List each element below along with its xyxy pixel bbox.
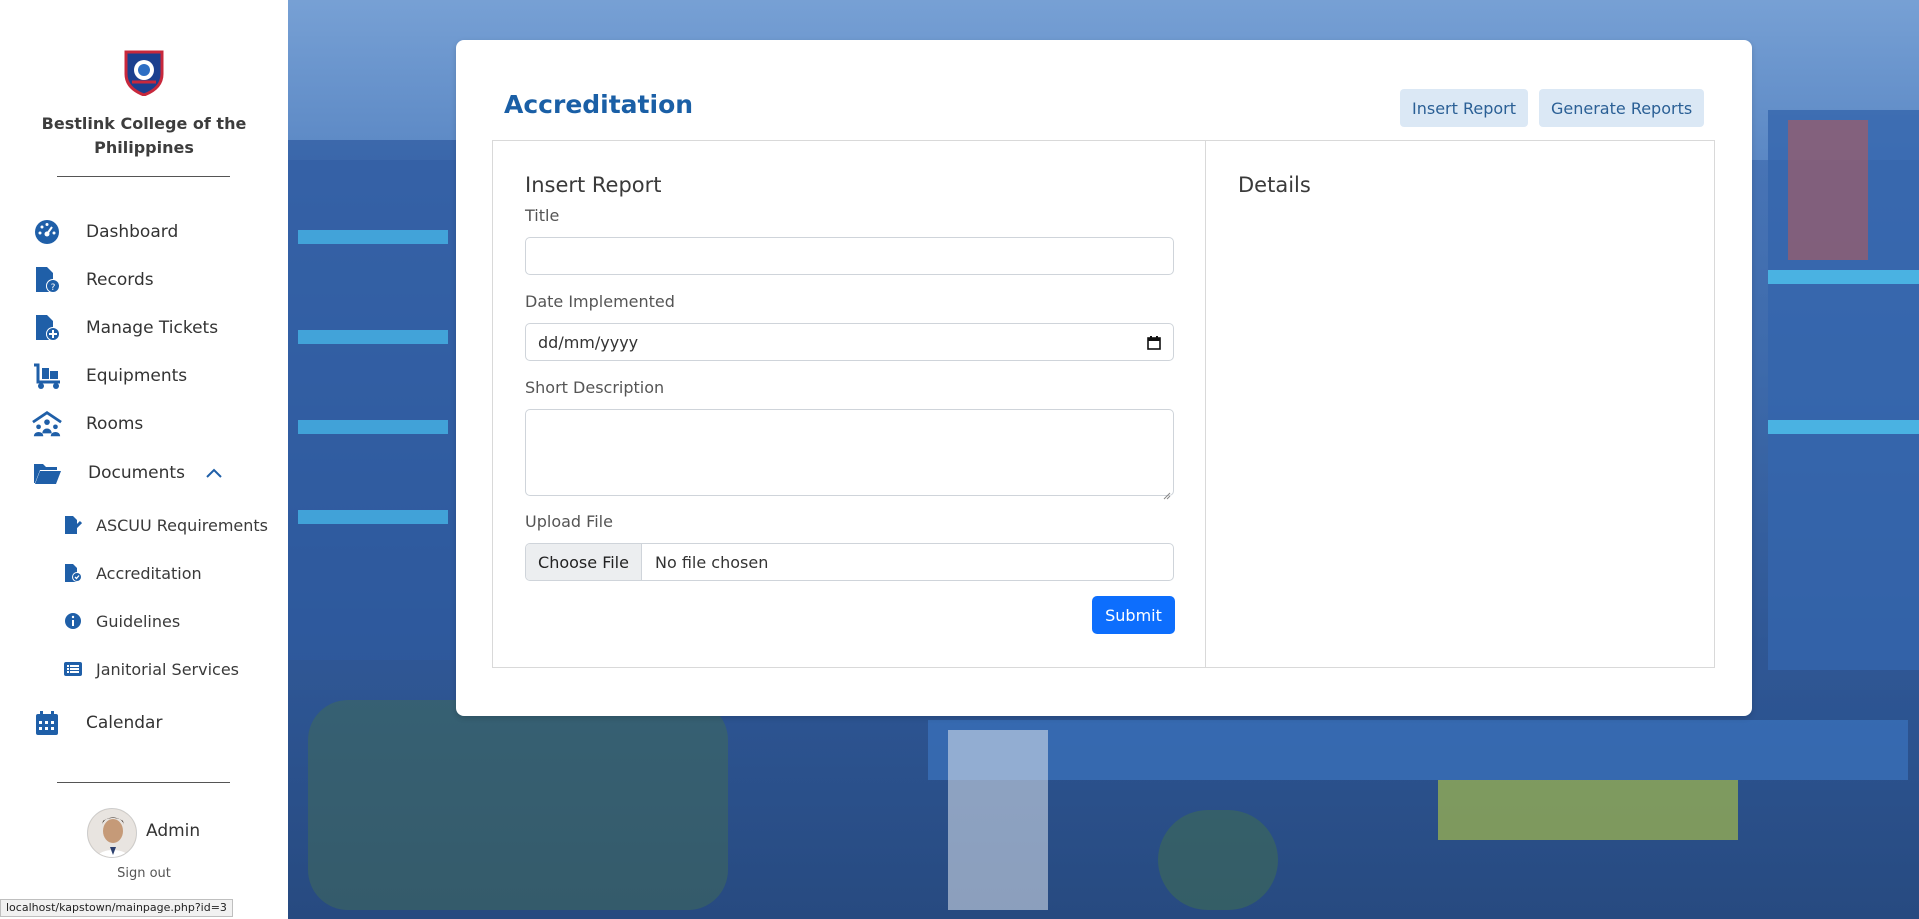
nav-records[interactable]: ? Records — [0, 258, 288, 302]
dashboard-gauge-icon — [32, 217, 62, 247]
avatar[interactable] — [87, 808, 137, 858]
file-status-text: No file chosen — [655, 553, 769, 572]
title-label: Title — [525, 206, 560, 225]
status-url-bar: localhost/kapstown/mainpage.php?id=3 — [0, 899, 233, 917]
nav-rooms[interactable]: Rooms — [0, 402, 288, 446]
subnav-guidelines[interactable]: Guidelines — [0, 601, 288, 641]
subnav-label: Janitorial Services — [96, 659, 239, 679]
subnav-label: Accreditation — [96, 563, 202, 583]
subnav-accreditation[interactable]: Accreditation — [0, 553, 288, 593]
file-upload-input[interactable]: Choose File No file chosen — [525, 543, 1174, 581]
choose-file-button[interactable]: Choose File — [526, 544, 642, 580]
subnav-janitorial-services[interactable]: Janitorial Services — [0, 649, 288, 689]
list-icon — [62, 658, 84, 680]
nav-label: Documents — [88, 463, 185, 483]
generate-reports-button[interactable]: Generate Reports — [1539, 89, 1705, 127]
sidebar-divider — [57, 782, 230, 783]
user-name: Admin — [146, 821, 201, 841]
date-label: Date Implemented — [525, 292, 675, 311]
nav-label: Dashboard — [86, 222, 179, 242]
folder-open-icon — [32, 458, 62, 488]
people-roof-icon — [32, 409, 62, 439]
calendar-picker-icon[interactable] — [1147, 335, 1161, 350]
subnav-label: ASCUU Requirements — [96, 515, 269, 535]
nav-label: Calendar — [86, 713, 163, 733]
details-panel: Details — [1205, 140, 1715, 668]
description-label: Short Description — [525, 378, 665, 397]
chevron-up-icon[interactable] — [205, 465, 223, 479]
file-question-icon: ? — [32, 265, 62, 295]
file-plus-icon — [32, 313, 62, 343]
nav-equipments[interactable]: Equipments — [0, 354, 288, 398]
nav-calendar[interactable]: Calendar — [0, 701, 288, 745]
upload-label: Upload File — [525, 512, 613, 531]
short-description-textarea[interactable] — [525, 409, 1174, 500]
date-placeholder: dd/mm/yyyy — [538, 333, 639, 352]
subnav-label: Guidelines — [96, 611, 181, 631]
file-pen-icon — [62, 514, 84, 536]
nav-label: Equipments — [86, 366, 188, 386]
file-check-icon — [62, 562, 84, 584]
nav-documents[interactable]: Documents — [0, 451, 288, 495]
sidebar-divider — [57, 176, 230, 177]
resize-handle-icon[interactable] — [1163, 485, 1171, 500]
college-logo — [122, 48, 166, 97]
title-input[interactable] — [525, 237, 1174, 275]
nav-label: Manage Tickets — [86, 318, 219, 338]
subnav-ascuu-requirements[interactable]: ASCUU Requirements — [0, 505, 288, 545]
accreditation-card: Accreditation Insert Report Generate Rep… — [456, 40, 1752, 716]
insert-report-button[interactable]: Insert Report — [1400, 89, 1529, 127]
page-title: Accreditation — [504, 90, 694, 119]
nav-dashboard[interactable]: Dashboard — [0, 210, 288, 254]
info-circle-icon — [62, 610, 84, 632]
sign-out-link[interactable]: Sign out — [0, 866, 288, 881]
submit-button[interactable]: Submit — [1092, 596, 1175, 634]
nav-label: Records — [86, 270, 154, 290]
insert-report-heading: Insert Report — [525, 173, 662, 197]
calendar-icon — [32, 708, 62, 738]
date-implemented-input[interactable]: dd/mm/yyyy — [525, 323, 1174, 361]
nav-label: Rooms — [86, 414, 144, 434]
sidebar: Bestlink College of the Philippines Dash… — [0, 0, 288, 919]
details-heading: Details — [1238, 173, 1311, 197]
college-name: Bestlink College of the Philippines — [41, 114, 247, 157]
dolly-cart-icon — [32, 361, 62, 391]
nav-manage-tickets[interactable]: Manage Tickets — [0, 306, 288, 350]
svg-text:?: ? — [51, 283, 56, 293]
insert-report-panel: Insert Report Title Date Implemented dd/… — [492, 140, 1206, 668]
